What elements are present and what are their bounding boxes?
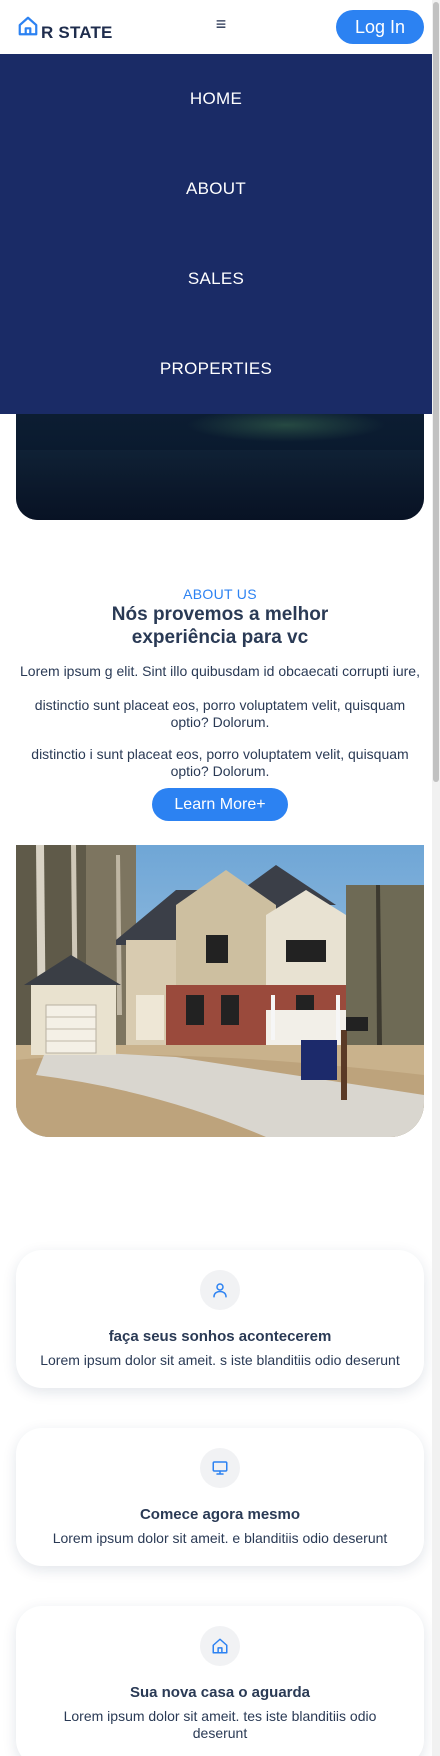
feature-title: Comece agora mesmo [139, 1506, 301, 1523]
about-paragraph-3: distinctio i sunt placeat eos, porro vol… [31, 746, 409, 779]
feature-title: Sua nova casa o aguarda [129, 1684, 311, 1701]
monitor-icon [200, 1448, 240, 1488]
nav-item-home[interactable]: HOME [0, 89, 432, 109]
hamburger-icon[interactable]: ≡ [212, 14, 230, 35]
nav-item-sales[interactable]: SALES [0, 269, 432, 289]
feature-text: Lorem ipsum dolor sit ameit. s iste blan… [40, 1352, 400, 1368]
page-scrollbar[interactable] [432, 0, 440, 1756]
house-image [16, 845, 424, 1137]
feature-card-start: Comece agora mesmo Lorem ipsum dolor sit… [16, 1428, 424, 1566]
logo[interactable]: R STATE [17, 15, 113, 42]
feature-text: Lorem ipsum dolor sit ameit. e blanditii… [52, 1530, 388, 1546]
nav-item-about[interactable]: ABOUT [0, 179, 432, 199]
about-paragraph-2: distinctio sunt placeat eos, porro volup… [34, 697, 406, 730]
feature-title: faça seus sonhos acontecerem [108, 1328, 332, 1345]
site-header: R STATE ≡ Log In [0, 0, 432, 54]
hero-water-reflection [16, 450, 424, 520]
house-icon [200, 1626, 240, 1666]
nav-item-properties[interactable]: PROPERTIES [0, 359, 432, 379]
logo-text: R STATE [41, 23, 113, 42]
learn-more-button[interactable]: Learn More+ [152, 788, 288, 821]
about-tag: ABOUT US [183, 586, 257, 602]
about-title: Nós provemos a melhor experiência para v… [111, 604, 329, 648]
nav-menu: HOME ABOUT SALES PROPERTIES [0, 54, 432, 414]
user-icon [200, 1270, 240, 1310]
feature-card-dreams: faça seus sonhos acontecerem Lorem ipsum… [16, 1250, 424, 1388]
house-logo-icon [17, 15, 39, 42]
house-photo-illustration [16, 845, 424, 1137]
login-button[interactable]: Log In [336, 10, 424, 44]
scrollbar-thumb[interactable] [433, 2, 439, 782]
feature-text: Lorem ipsum dolor sit ameit. tes iste bl… [63, 1708, 377, 1741]
feature-card-home: Sua nova casa o aguarda Lorem ipsum dolo… [16, 1606, 424, 1756]
about-paragraph-1: Lorem ipsum g elit. Sint illo quibusdam … [20, 663, 420, 679]
